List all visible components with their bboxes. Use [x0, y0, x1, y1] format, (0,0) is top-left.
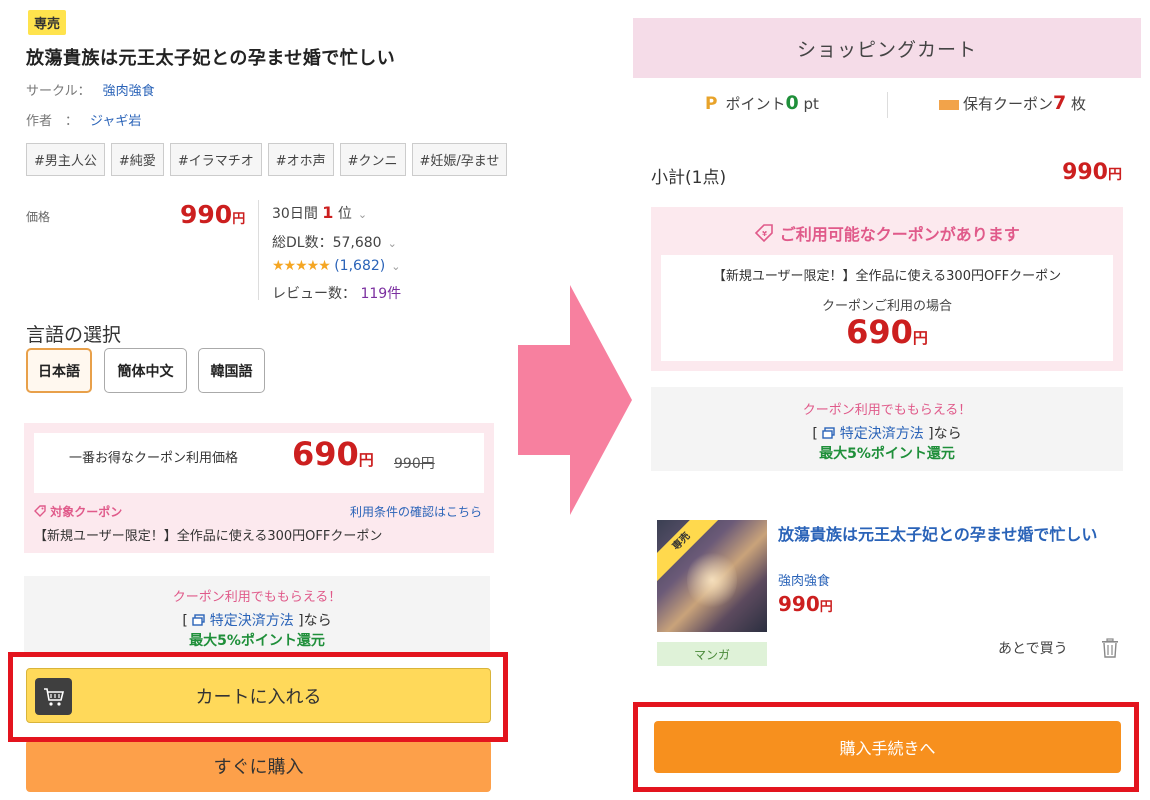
cart-page: ショッピングカート P ポイント0 pt 保有クーポン7 枚 小計(1点) 990…: [633, 0, 1150, 800]
tag-item[interactable]: #男主人公: [26, 143, 105, 176]
coupon-tag-icon: ¥: [755, 224, 774, 243]
target-coupon-label: 対象クーポン: [34, 503, 122, 520]
save-for-later-button[interactable]: あとで買う: [998, 638, 1068, 658]
coupon-terms-link[interactable]: 利用条件の確認はこちら: [350, 503, 482, 520]
rating-count: (1,682): [334, 258, 386, 274]
item-title[interactable]: 放蕩貴族は元王太子妃との孕ませ婚で忙しい: [778, 526, 1128, 544]
payment-method-line: [ 特定決済方法 ]なら: [182, 613, 332, 629]
payment-method-link[interactable]: 特定決済方法: [210, 613, 294, 629]
checkout-button[interactable]: 購入手続きへ: [654, 721, 1121, 773]
item-thumbnail[interactable]: 専売: [657, 520, 767, 632]
coupon-price: 690円: [292, 435, 374, 473]
lang-chinese-button[interactable]: 簡体中文: [104, 348, 187, 393]
star-rating: ★★★★★: [272, 258, 331, 274]
points-campaign-note: クーポン利用でももらえる！: [802, 403, 972, 418]
language-title: 言語の選択: [26, 324, 122, 346]
coupon-price-label: 一番お得なクーポン利用価格: [69, 451, 239, 466]
available-coupon-box: ¥ ご利用可能なクーポンがあります 【新規ユーザー限定！】全作品に使える300円…: [651, 207, 1123, 371]
payment-method-link[interactable]: 特定決済方法: [840, 426, 924, 442]
product-page: 専売 放蕩貴族は元王太子妃との孕ませ婚で忙しい サークル： 強肉強食 作者 ： ジャ…: [0, 0, 510, 800]
chevron-down-icon: ⌄: [391, 260, 401, 273]
divider: [258, 200, 259, 300]
divider: [887, 92, 888, 118]
coupon-tag-icon: [34, 505, 46, 517]
svg-text:¥: ¥: [762, 230, 767, 238]
coupon-description: 【新規ユーザー限定！】全作品に使える300円OFFクーポン: [34, 529, 383, 544]
lang-japanese-button[interactable]: 日本語: [26, 348, 92, 393]
coupon-box: 一番お得なクーポン利用価格 690円 990円 対象クーポン 利用条件の確認はこ…: [24, 423, 494, 553]
lang-korean-button[interactable]: 韓国語: [198, 348, 265, 393]
arrow-right-icon: [518, 285, 632, 515]
coupon-count[interactable]: 保有クーポン7 枚: [939, 92, 1086, 114]
coupon-applied-label: クーポンご利用の場合: [821, 299, 952, 314]
add-to-cart-button[interactable]: カートに入れる: [26, 668, 491, 723]
circle-label: サークル：: [26, 84, 91, 99]
subtotal-label: 小計(1点): [651, 168, 727, 188]
original-price: 990円: [394, 456, 435, 472]
points-balance[interactable]: P ポイント0 pt: [705, 92, 819, 114]
trash-icon[interactable]: [1101, 638, 1119, 658]
subtotal-price: 990円: [1062, 160, 1122, 185]
chevron-down-icon: ⌄: [357, 208, 368, 221]
add-to-cart-label: カートに入れる: [195, 686, 322, 708]
points-campaign: クーポン利用でももらえる！ [ 特定決済方法 ]なら 最大5%ポイント還元: [24, 576, 490, 654]
circle-link[interactable]: 強肉強食: [103, 84, 155, 99]
tag-item[interactable]: #オホ声: [267, 143, 334, 176]
rating[interactable]: ★★★★★ (1,682) ⌄: [272, 258, 400, 274]
tag-item[interactable]: #クンニ: [339, 143, 406, 176]
circle-row: サークル： 強肉強食: [26, 80, 155, 99]
payment-method-line: [ 特定決済方法 ]なら: [812, 426, 962, 442]
thumbnail-art: [687, 550, 737, 610]
author-label: 作者 ：: [26, 114, 79, 129]
download-count[interactable]: 総DL数：57,680 ⌄: [272, 232, 397, 252]
points-return-rate: 最大5%ポイント還元: [819, 446, 955, 462]
price-label: 価格: [26, 210, 51, 224]
category-label: マンガ: [657, 642, 767, 666]
cart-icon: [35, 678, 72, 715]
external-window-icon: [192, 614, 205, 626]
points-return-rate: 最大5%ポイント還元: [189, 633, 325, 649]
item-price: 990円: [778, 592, 833, 616]
coupon-description: 【新規ユーザー限定！】全作品に使える300円OFFクーポン: [712, 269, 1062, 284]
author-row: 作者 ： ジャギ岩: [26, 110, 141, 129]
exclusive-badge: 専売: [28, 10, 67, 35]
buy-now-button[interactable]: すぐに購入: [26, 740, 491, 792]
points-coupons-row: P ポイント0 pt 保有クーポン7 枚: [633, 92, 1141, 120]
tag-list: #男主人公 #純愛 #イラマチオ #オホ声 #クンニ #妊娠/孕ませ: [26, 143, 510, 177]
cart-header: ショッピングカート: [633, 18, 1141, 78]
ranking[interactable]: 30日間 1 位 ⌄: [272, 203, 367, 223]
coupon-applied-price: 690円: [846, 313, 928, 351]
points-campaign: クーポン利用でももらえる！ [ 特定決済方法 ]なら 最大5%ポイント還元: [651, 387, 1123, 471]
item-circle-link[interactable]: 強肉強食: [778, 570, 830, 589]
ticket-icon: [939, 99, 959, 110]
author-link[interactable]: ジャギ岩: [90, 114, 141, 129]
available-coupon-title: ¥ ご利用可能なクーポンがあります: [651, 221, 1123, 245]
review-count[interactable]: レビュー数： 119件: [272, 283, 401, 303]
coupon-detail[interactable]: 【新規ユーザー限定！】全作品に使える300円OFFクーポン クーポンご利用の場合…: [661, 255, 1113, 361]
tag-item[interactable]: #妊娠/孕ませ: [411, 143, 508, 176]
chevron-down-icon: ⌄: [387, 237, 397, 250]
points-campaign-note: クーポン利用でももらえる！: [172, 590, 342, 605]
tag-item[interactable]: #イラマチオ: [169, 143, 262, 176]
price-value: 990円: [180, 200, 246, 229]
external-window-icon: [822, 427, 835, 439]
product-title: 放蕩貴族は元王太子妃との孕ませ婚で忙しい: [26, 48, 396, 69]
points-icon: P: [705, 94, 718, 114]
tag-item[interactable]: #純愛: [110, 143, 164, 176]
